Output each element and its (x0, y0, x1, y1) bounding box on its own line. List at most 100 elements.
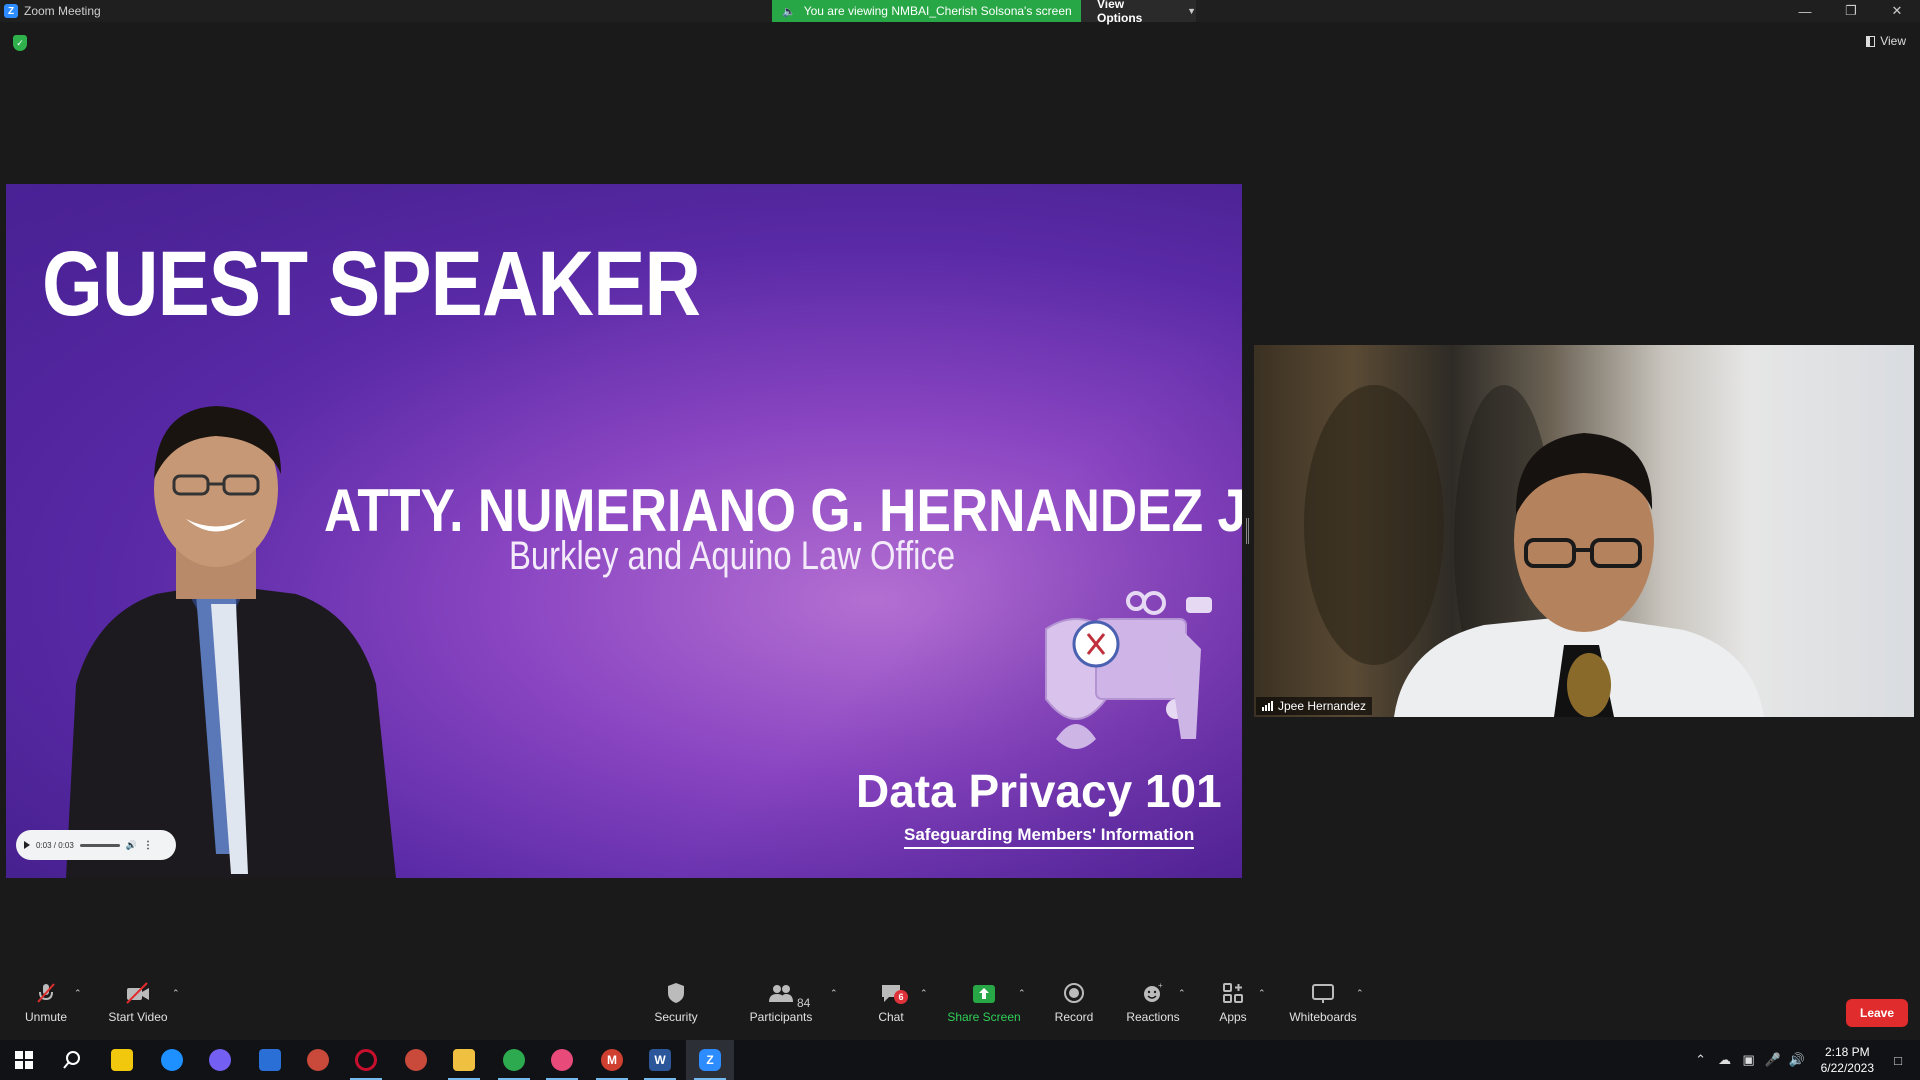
taskbar-opera[interactable] (342, 1040, 390, 1080)
reactions-options-caret-icon[interactable]: ⌃ (1178, 988, 1186, 999)
share-options-caret-icon[interactable]: ⌃ (1018, 988, 1026, 999)
view-options-button[interactable]: View Options ▼ (1081, 0, 1196, 25)
more-options-icon[interactable]: ⋮ (143, 840, 153, 851)
security-label: Security (654, 1010, 698, 1024)
whiteboards-button[interactable]: Whiteboards (1286, 978, 1360, 1028)
participants-options-caret-icon[interactable]: ⌃ (830, 988, 838, 999)
reactions-button[interactable]: + Reactions (1124, 978, 1182, 1028)
minimize-button[interactable]: — (1782, 0, 1828, 22)
layout-icon (1866, 35, 1876, 47)
taskbar-chrome-5[interactable]: M (588, 1040, 636, 1080)
network-icon[interactable]: ▣ (1737, 1052, 1761, 1068)
share-banner-text: You are viewing NMBAI_Cherish Solsona's … (803, 4, 1072, 18)
audio-options-caret-icon[interactable]: ⌃ (74, 988, 82, 999)
apps-options-caret-icon[interactable]: ⌃ (1258, 988, 1266, 999)
video-options-caret-icon[interactable]: ⌃ (172, 988, 180, 999)
document-app-icon (259, 1049, 281, 1071)
whiteboards-options-caret-icon[interactable]: ⌃ (1356, 988, 1364, 999)
security-shield-icon (668, 983, 684, 1003)
course-title: Data Privacy 101 (856, 765, 1222, 817)
record-button[interactable]: Record (1050, 978, 1098, 1028)
microphone-muted-icon (37, 983, 55, 1003)
zoom-icon: Z (699, 1049, 721, 1071)
chat-label: Chat (878, 1010, 904, 1024)
smiley-reaction-icon: + (1144, 982, 1163, 1002)
whiteboard-icon (1312, 984, 1334, 1003)
volume-icon[interactable]: 🔊 (126, 840, 137, 851)
screen-share-banner: 🔈 You are viewing NMBAI_Cherish Solsona'… (772, 0, 1082, 22)
taskbar-app-blue[interactable] (246, 1040, 294, 1080)
taskbar-search-button[interactable] (48, 1040, 96, 1080)
chevron-down-icon: ▼ (1187, 6, 1196, 16)
encryption-shield-icon[interactable]: ✓ (13, 35, 27, 51)
participant-video-tile[interactable]: Jpee Hernandez (1254, 345, 1914, 717)
chrome-icon (405, 1049, 427, 1071)
participant-video-feed (1304, 385, 1764, 717)
windows-taskbar: M W Z ⌃ ☁ ▣ 🎤 🔊 2:18 PM 6/22/2023 □ (0, 1040, 1920, 1080)
taskbar-word[interactable]: W (636, 1040, 684, 1080)
taskbar-zoom[interactable]: Z (686, 1040, 734, 1080)
clock-date: 6/22/2023 (1820, 1061, 1874, 1075)
window-controls: — ❐ ✕ (1782, 0, 1920, 22)
system-clock[interactable]: 2:18 PM 6/22/2023 (1821, 1044, 1874, 1076)
chrome-profile-m-icon: M (601, 1049, 623, 1071)
volume-icon[interactable]: 🔊 (1785, 1052, 1809, 1068)
panel-resize-handle[interactable] (1246, 518, 1249, 544)
taskbar-sticky-notes[interactable] (98, 1040, 146, 1080)
notifications-icon[interactable]: □ (1886, 1053, 1910, 1068)
chrome-profile-icon (307, 1049, 329, 1071)
taskbar-file-explorer[interactable] (440, 1040, 488, 1080)
leave-meeting-button[interactable]: Leave (1846, 999, 1908, 1027)
search-icon (63, 1051, 80, 1069)
speaker-organization: Burkley and Aquino Law Office (509, 534, 956, 578)
unmute-button[interactable]: Unmute (22, 978, 70, 1028)
messaging-app-icon (161, 1049, 183, 1071)
taskbar-viber[interactable] (196, 1040, 244, 1080)
microphone-icon[interactable]: 🎤 (1761, 1052, 1785, 1068)
close-button[interactable]: ✕ (1874, 0, 1920, 22)
participants-icon (769, 985, 793, 1002)
participant-name-tag: Jpee Hernandez (1256, 697, 1373, 715)
participants-label: Participants (749, 1010, 813, 1024)
show-hidden-icons-icon[interactable]: ⌃ (1689, 1052, 1713, 1068)
onedrive-cloud-icon[interactable]: ☁ (1713, 1052, 1737, 1068)
speaker-photo (66, 406, 396, 878)
data-privacy-illustration (1045, 591, 1212, 749)
signal-strength-icon (1262, 701, 1273, 711)
taskbar-chrome-1[interactable] (294, 1040, 342, 1080)
apps-button[interactable]: Apps (1214, 978, 1252, 1028)
view-button-label: View (1880, 34, 1906, 48)
participant-name: Jpee Hernandez (1278, 699, 1367, 713)
sticky-notes-icon (111, 1049, 133, 1071)
taskbar-chrome-4[interactable] (538, 1040, 586, 1080)
chrome-profile-pink-icon (551, 1049, 573, 1071)
chat-options-caret-icon[interactable]: ⌃ (920, 988, 928, 999)
folder-icon (453, 1049, 475, 1071)
shared-screen-slide: GUEST SPEAKER ATTY. NUMERIANO G. HERNAND… (6, 184, 1242, 878)
chat-button[interactable]: Chat (870, 978, 912, 1028)
restore-button[interactable]: ❐ (1828, 0, 1874, 22)
whiteboards-label: Whiteboards (1289, 1010, 1357, 1024)
participants-count: 84 (797, 996, 811, 1010)
opera-icon (355, 1049, 377, 1071)
start-video-button[interactable]: Start Video (106, 978, 170, 1028)
apps-label: Apps (1219, 1010, 1247, 1024)
security-button[interactable]: Security (650, 978, 702, 1028)
zoom-logo-icon: Z (4, 4, 18, 18)
share-screen-button[interactable]: Share Screen (947, 978, 1021, 1028)
taskbar-app-chat[interactable] (148, 1040, 196, 1080)
windows-start-button[interactable] (0, 1040, 48, 1080)
view-layout-button[interactable]: View (1866, 34, 1906, 48)
audio-progress-bar[interactable] (79, 843, 120, 847)
chrome-profile-green-icon (503, 1049, 525, 1071)
svg-text:+: + (1158, 982, 1163, 990)
audio-player[interactable]: 0:03 / 0:03 🔊 ⋮ (16, 830, 176, 860)
play-icon[interactable] (24, 841, 30, 849)
system-tray: ⌃ ☁ ▣ 🎤 🔊 2:18 PM 6/22/2023 □ (1689, 1040, 1920, 1080)
record-icon (1064, 983, 1084, 1003)
clock-time: 2:18 PM (1824, 1045, 1870, 1059)
apps-grid-icon (1223, 983, 1243, 1003)
taskbar-chrome-2[interactable] (392, 1040, 440, 1080)
meeting-toolbar: Unmute ⌃ Start Video ⌃ Security Particip… (0, 978, 1920, 1028)
taskbar-chrome-3[interactable] (490, 1040, 538, 1080)
